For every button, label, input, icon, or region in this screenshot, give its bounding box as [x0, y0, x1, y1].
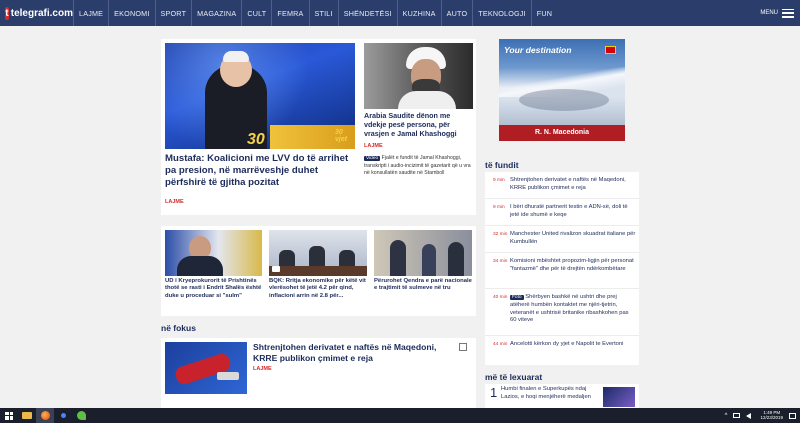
- share-icon[interactable]: [459, 343, 467, 351]
- nav-item-stili[interactable]: STILI: [308, 0, 338, 26]
- logo-text: telegrafi.com: [10, 7, 73, 19]
- main-story-image-caption: 30 vjet: [335, 129, 348, 143]
- ad-banner[interactable]: Your destination R. N. Macedonia: [499, 39, 625, 141]
- sub-story-2-title[interactable]: BQK: Rritja ekonomike për këtë vit vlerë…: [269, 278, 369, 300]
- camera-icon: [272, 266, 280, 272]
- side-story-category[interactable]: LAJME: [364, 143, 383, 149]
- te-fundit-list: 9 min Shtrenjtohen derivatet e naftës në…: [485, 172, 639, 365]
- side-story-image[interactable]: [364, 43, 473, 109]
- item-time: 9 min: [493, 178, 505, 183]
- nav-item-shendetesi[interactable]: SHËNDETËSI: [337, 0, 397, 26]
- logo-mark: t: [5, 6, 9, 20]
- video-badge: Video: [364, 156, 381, 161]
- tray-up-arrow-icon[interactable]: ^: [722, 413, 731, 419]
- menu-button[interactable]: MENU: [760, 0, 794, 26]
- list-item[interactable]: 32 min Manchester United rivalizon skuad…: [485, 226, 639, 253]
- ne-fokus-category[interactable]: LAJME: [253, 366, 272, 372]
- ad-title: Your destination: [504, 45, 572, 55]
- ne-fokus-card: Shtrenjtohen derivatet e naftës në Maqed…: [161, 338, 476, 408]
- te-fundit-heading: të fundit: [485, 160, 519, 170]
- side-story-title[interactable]: Arabia Saudite dënon me vdekje pesë pers…: [364, 111, 474, 138]
- main-story-image-number: 30: [247, 131, 265, 148]
- nav-item-sport[interactable]: SPORT: [154, 0, 192, 26]
- list-item[interactable]: 9 min Shtrenjtohen derivatet e naftës në…: [485, 172, 639, 199]
- file-explorer-icon[interactable]: [18, 408, 36, 423]
- item-time: 44 min: [493, 342, 508, 347]
- list-item[interactable]: 34 min Komisioni mbështet propozim-ligji…: [485, 253, 639, 289]
- item-title[interactable]: I bëri dhuratë partnerit testin e ADN-së…: [510, 204, 636, 220]
- top-stories-card: 30 30 vjet Mustafa: Koalicioni me LVV do…: [161, 39, 476, 215]
- firefox-icon[interactable]: [36, 408, 54, 423]
- most-read-title[interactable]: Humbi finalen e Superkupës ndaj Lazios, …: [501, 386, 601, 402]
- nav-item-lajme[interactable]: LAJME: [73, 0, 108, 26]
- list-item[interactable]: 44 min Ancelotti kërkon dy yjet e Napoli…: [485, 336, 639, 365]
- nav-item-kuzhina[interactable]: KUZHINA: [396, 0, 441, 26]
- main-story-title[interactable]: Mustafa: Koalicioni me LVV do të arrihet…: [165, 153, 360, 189]
- clock-date: 12/23/2019: [760, 414, 783, 420]
- nav-item-teknologji[interactable]: TEKNOLOGJI: [472, 0, 531, 26]
- sub-story-1-title[interactable]: UD i Kryeprokurorit të Prishtinës thotë …: [165, 278, 264, 300]
- item-time: 32 min: [493, 232, 508, 237]
- system-tray: ^ 1:49 PM 12/23/2019: [722, 408, 800, 423]
- nav-item-ekonomi[interactable]: EKONOMI: [108, 0, 154, 26]
- app-icon[interactable]: [72, 408, 90, 423]
- item-title-text: Shërbyen bashkë në ushtri dhe prej atëhe…: [510, 294, 629, 324]
- menu-label: MENU: [760, 10, 778, 16]
- main-nav: LAJME EKONOMI SPORT MAGAZINA CULT FEMRA …: [73, 0, 557, 26]
- main-story-image[interactable]: 30 30 vjet: [165, 43, 355, 149]
- sub-story-1-image[interactable]: [165, 230, 262, 276]
- item-title[interactable]: Shtrenjtohen derivatet e naftës në Maqed…: [510, 177, 636, 193]
- most-read-image[interactable]: [603, 387, 635, 407]
- ne-fokus-title[interactable]: Shtrenjtohen derivatet e naftës në Maqed…: [253, 342, 453, 363]
- foto-badge: Foto: [510, 295, 524, 300]
- nav-item-auto[interactable]: AUTO: [440, 0, 473, 26]
- system-clock[interactable]: 1:49 PM 12/23/2019: [754, 410, 789, 421]
- hamburger-icon: [782, 8, 794, 18]
- nav-item-fun[interactable]: FUN: [530, 0, 557, 26]
- list-item[interactable]: 40 min Foto Shërbyen bashkë në ushtri dh…: [485, 289, 639, 336]
- item-title[interactable]: Komisioni mbështet propozim-ligjin për p…: [510, 258, 636, 274]
- flag-icon: [605, 46, 616, 54]
- sub-stories-card: UD i Kryeprokurorit të Prishtinës thotë …: [161, 226, 476, 316]
- item-time: 40 min: [493, 295, 508, 300]
- site-logo[interactable]: t telegrafi.com: [0, 6, 73, 20]
- ne-fokus-image[interactable]: [165, 342, 247, 394]
- chrome-icon[interactable]: [54, 408, 72, 423]
- list-item[interactable]: 9 min I bëri dhuratë partnerit testin e …: [485, 199, 639, 226]
- ad-caption: R. N. Macedonia: [499, 125, 625, 141]
- notifications-icon[interactable]: [789, 412, 796, 419]
- taskbar: ^ 1:49 PM 12/23/2019: [0, 408, 800, 423]
- sub-story-2-image[interactable]: [269, 230, 367, 276]
- me-te-lexuarat-list: 1 Humbi finalen e Superkupës ndaj Lazios…: [485, 384, 639, 408]
- nav-item-magazina[interactable]: MAGAZINA: [191, 0, 241, 26]
- windows-start-icon[interactable]: [0, 408, 18, 423]
- main-story-category[interactable]: LAJME: [165, 199, 184, 205]
- item-time: 9 min: [493, 205, 505, 210]
- nav-item-cult[interactable]: CULT: [241, 0, 271, 26]
- network-icon[interactable]: [733, 413, 741, 418]
- side-story-summary[interactable]: Video Fjalët e fundit të Jamal Khashoggi…: [364, 155, 473, 177]
- item-title[interactable]: Foto Shërbyen bashkë në ushtri dhe prej …: [510, 294, 636, 325]
- nav-item-femra[interactable]: FEMRA: [271, 0, 308, 26]
- sub-story-3-image[interactable]: [374, 230, 472, 276]
- item-title[interactable]: Manchester United rivalizon skuadrat ita…: [510, 231, 636, 247]
- sub-story-3-title[interactable]: Përurohet Qendra e parë nacionale e traj…: [374, 278, 473, 293]
- ne-fokus-heading: në fokus: [161, 323, 196, 333]
- side-story-summary-text: Fjalët e fundit të Jamal Khashoggi, tran…: [364, 155, 471, 176]
- rank-number: 1: [490, 385, 498, 400]
- me-te-lexuarat-heading: më të lexuarat: [485, 372, 543, 382]
- item-title[interactable]: Ancelotti kërkon dy yjet e Napolit te Ev…: [510, 341, 636, 349]
- volume-icon[interactable]: [746, 412, 752, 419]
- top-nav-bar: t telegrafi.com LAJME EKONOMI SPORT MAGA…: [0, 0, 800, 26]
- item-time: 34 min: [493, 259, 508, 264]
